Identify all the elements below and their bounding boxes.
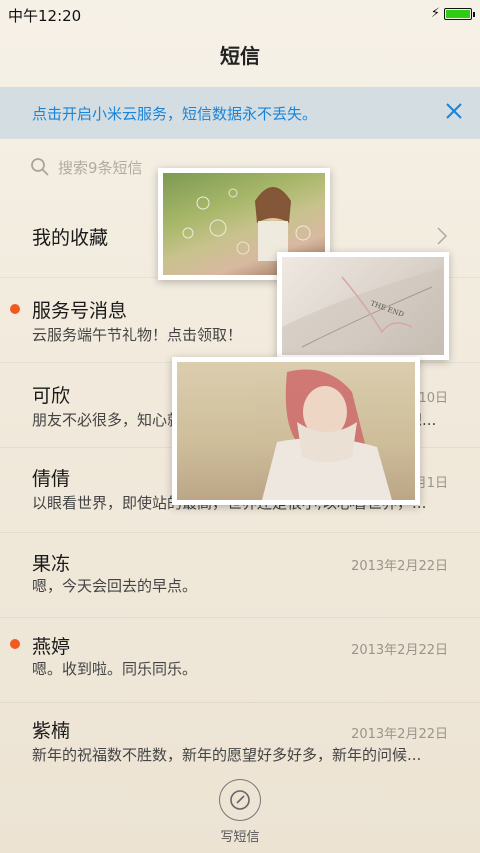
compose-label[interactable]: 写短信 xyxy=(0,826,480,845)
photo-image: THE END xyxy=(282,257,444,355)
conversation-preview: 嗯，今天会回去的早点。 xyxy=(32,577,198,595)
list-item-conversation[interactable]: 紫楠 2013年2月22日 新年的祝福数不胜数，新年的愿望好多好多，新年的问候.… xyxy=(0,703,480,769)
unread-dot xyxy=(10,304,20,314)
conversation-date: 2013年2月22日 xyxy=(351,559,448,574)
compose-icon xyxy=(230,790,250,810)
unread-dot xyxy=(10,639,20,649)
close-icon[interactable] xyxy=(442,99,466,123)
conversation-preview: 嗯。收到啦。同乐同乐。 xyxy=(32,660,198,678)
list-item-conversation[interactable]: 果冻 2013年2月22日 嗯，今天会回去的早点。 xyxy=(0,533,480,617)
girl-illustration xyxy=(262,369,392,500)
banner-text[interactable]: 点击开启小米云服务，短信数据永不丢失。 xyxy=(32,103,317,124)
page-title: 短信 xyxy=(220,44,260,68)
chevron-right-icon xyxy=(437,227,448,245)
battery-icon xyxy=(444,8,475,20)
photo-image xyxy=(177,362,415,500)
search-icon xyxy=(31,158,49,176)
conversation-name: 果冻 xyxy=(32,553,71,575)
search-input[interactable]: 搜索9条短信 xyxy=(58,157,143,178)
list-item-conversation[interactable]: 燕婷 2013年2月22日 嗯。收到啦。同乐同乐。 xyxy=(0,618,480,702)
conversation-date: 2013年2月22日 xyxy=(351,727,448,742)
book-illustration: THE END xyxy=(282,267,444,355)
conversation-name: 紫楠 xyxy=(32,720,71,742)
charging-icon: ⚡ xyxy=(430,6,440,21)
conversation-preview: 新年的祝福数不胜数，新年的愿望好多好多，新年的问候... xyxy=(32,746,422,764)
conversation-name: 燕婷 xyxy=(32,636,71,658)
status-icons: ⚡ xyxy=(430,6,475,22)
decorative-photo-girl xyxy=(172,357,420,505)
conversation-date: 2013年2月22日 xyxy=(351,643,448,658)
compose-button[interactable] xyxy=(219,779,261,821)
conversation-name: 可欣 xyxy=(32,385,71,407)
conversation-name: 服务号消息 xyxy=(32,300,128,322)
battery-level xyxy=(446,10,470,18)
status-time: 中午12:20 xyxy=(8,7,82,25)
status-bar: 中午12:20 ⚡ xyxy=(0,0,480,28)
cloud-service-banner[interactable]: 点击开启小米云服务，短信数据永不丢失。 xyxy=(0,87,480,139)
conversation-name: 我的收藏 xyxy=(32,227,109,249)
decorative-photo-book: THE END xyxy=(277,252,449,360)
conversation-name: 倩倩 xyxy=(32,468,71,490)
